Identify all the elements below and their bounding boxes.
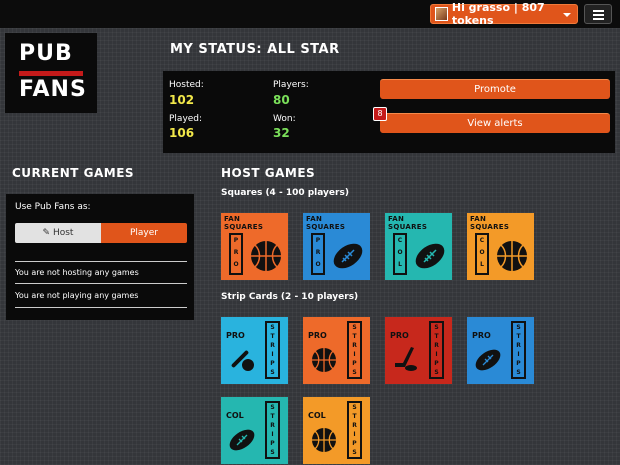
status-title: MY STATUS: ALL STAR: [170, 42, 340, 57]
player-toggle-button[interactable]: Player: [101, 223, 187, 243]
basketball-icon: [312, 348, 336, 372]
playing-message: You are not playing any games: [15, 291, 139, 300]
strip-card-tile[interactable]: COL STRIPS: [303, 397, 370, 464]
divider: [15, 283, 187, 284]
squares-tile[interactable]: FAN SQUARES PRO: [221, 213, 288, 280]
strip-card-tile[interactable]: PRO STRIPS: [221, 317, 288, 384]
strip-card-tile[interactable]: PRO STRIPS: [385, 317, 452, 384]
divider: [15, 261, 187, 262]
baseball-icon: [231, 350, 254, 371]
basketball-icon: [497, 241, 527, 271]
edit-icon: ✎: [42, 228, 51, 238]
role-toggle: ✎ Host Player: [15, 223, 187, 243]
level-label: PRO: [229, 233, 243, 275]
user-menu-button[interactable]: Hi grasso | 807 tokens: [430, 1, 578, 27]
logo-line2: FANS: [19, 77, 87, 102]
host-games-title: HOST GAMES: [221, 166, 316, 180]
logo-line1: PUB: [19, 41, 73, 66]
chevron-down-icon: [563, 13, 571, 17]
current-games-title: CURRENT GAMES: [12, 166, 135, 180]
strip-card-tile[interactable]: PRO STRIPS: [467, 317, 534, 384]
strip-card-tile[interactable]: PRO STRIPS: [303, 317, 370, 384]
hosted-value: 102: [169, 93, 195, 107]
football-icon: [333, 243, 363, 269]
use-as-label: Use Pub Fans as:: [15, 202, 91, 212]
football-icon: [475, 349, 501, 371]
level-label: COL: [393, 233, 407, 275]
won-value: 32: [273, 126, 290, 140]
football-icon: [415, 243, 445, 269]
hosted-label: Hosted:: [169, 80, 204, 90]
strip-card-tile[interactable]: COL STRIPS: [221, 397, 288, 464]
squares-section-label: Squares (4 - 100 players): [221, 188, 349, 198]
level-label: PRO: [311, 233, 325, 275]
players-value: 80: [273, 93, 290, 107]
football-icon: [229, 429, 255, 451]
won-label: Won:: [273, 114, 296, 124]
view-alerts-button[interactable]: View alerts: [380, 113, 610, 133]
promote-button[interactable]: Promote: [380, 79, 610, 99]
menu-icon: [593, 10, 604, 12]
level-label: COL: [475, 233, 489, 275]
divider: [15, 307, 187, 308]
current-games-panel: Use Pub Fans as: ✎ Host Player You are n…: [6, 194, 194, 320]
logo-bar: [19, 71, 83, 76]
status-panel: Hosted: 102 Players: 80 Played: 106 Won:…: [163, 71, 615, 153]
played-label: Played:: [169, 114, 203, 124]
squares-tile[interactable]: FAN SQUARES COL: [385, 213, 452, 280]
hosting-message: You are not hosting any games: [15, 268, 139, 277]
squares-tile[interactable]: FAN SQUARES COL: [467, 213, 534, 280]
top-bar: Hi grasso | 807 tokens: [0, 0, 620, 28]
played-value: 106: [169, 126, 195, 140]
hamburger-menu-button[interactable]: [584, 4, 612, 24]
strips-section-label: Strip Cards (2 - 10 players): [221, 292, 359, 302]
players-label: Players:: [273, 80, 309, 90]
user-menu-label: Hi grasso | 807 tokens: [451, 1, 545, 27]
avatar: [435, 7, 448, 21]
basketball-icon: [251, 241, 281, 271]
logo[interactable]: PUB FANS: [5, 33, 97, 113]
alert-count-badge: 8: [373, 107, 387, 121]
basketball-icon: [312, 428, 336, 452]
squares-tile[interactable]: FAN SQUARES PRO: [303, 213, 370, 280]
host-toggle-button[interactable]: ✎ Host: [15, 223, 101, 243]
hockey-icon: [395, 347, 417, 371]
